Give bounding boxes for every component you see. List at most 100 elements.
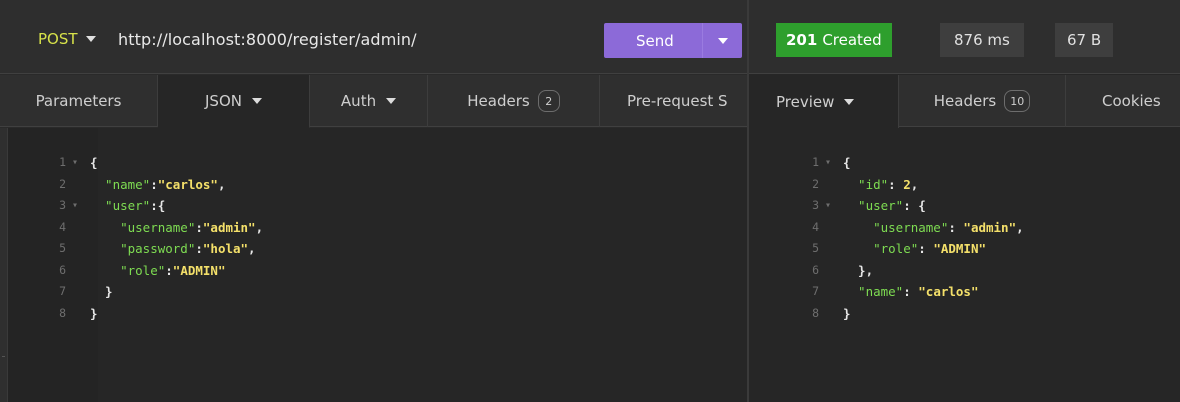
send-button-label: Send xyxy=(636,31,674,50)
line-number: 7 xyxy=(812,284,819,298)
line-number: 4 xyxy=(812,219,819,234)
code-token: { xyxy=(843,155,851,170)
request-pane: POST http://localhost:8000/register/admi… xyxy=(0,0,748,402)
line-number: 6 xyxy=(59,262,66,277)
code-line: 8} xyxy=(771,303,1024,325)
method-select[interactable]: POST xyxy=(38,30,96,48)
chevron-down-icon xyxy=(85,36,96,42)
chevron-down-icon xyxy=(251,98,262,104)
line-number: 2 xyxy=(812,176,819,191)
headers-count-badge: 2 xyxy=(537,90,560,112)
code-token: : xyxy=(888,176,904,192)
fold-arrow-icon[interactable]: ▾ xyxy=(819,152,831,174)
code-text: "role": "ADMIN" xyxy=(829,238,986,260)
url-input[interactable]: http://localhost:8000/register/admin/ xyxy=(118,30,417,49)
tab-headers[interactable]: Headers 2 xyxy=(428,75,600,127)
code-token: "user" xyxy=(90,198,151,213)
tab-label: Pre-request S xyxy=(627,92,728,110)
request-json-code: 1 ▾{2 "name":"carlos", 3 ▾ "user":{4 "use… xyxy=(18,152,263,324)
code-token: , xyxy=(248,241,256,256)
chevron-down-icon xyxy=(386,98,397,104)
request-body-editor[interactable]: 1 ▾{2 "name":"carlos", 3 ▾ "user":{4 "use… xyxy=(8,128,748,402)
fold-arrow-icon[interactable]: ▾ xyxy=(66,152,78,174)
code-text: "user":{ xyxy=(76,195,165,217)
code-text: "name": "carlos" xyxy=(829,281,978,303)
code-text: } xyxy=(829,303,851,325)
response-pane: 201 Created 876 ms 67 B Preview Headers … xyxy=(749,0,1180,402)
line-number: 2 xyxy=(59,176,66,191)
code-token: "role" xyxy=(843,241,919,256)
code-line: 4 "username": "admin", xyxy=(771,217,1024,239)
fold-arrow-icon[interactable]: ▾ xyxy=(819,195,831,217)
fold-arrow-icon[interactable]: ▾ xyxy=(66,195,78,217)
response-body-viewer[interactable]: 1 ▾{2 "id": 2, 3 ▾ "user": {4 "username":… xyxy=(749,128,1180,402)
code-token: : xyxy=(903,284,919,299)
code-token: "user" xyxy=(843,198,904,213)
line-number: 4 xyxy=(59,219,66,234)
tab-label: JSON xyxy=(205,92,242,110)
code-token: } xyxy=(90,305,98,321)
code-token: "admin" xyxy=(202,219,256,235)
code-token: "id" xyxy=(843,176,889,192)
tab-label: Parameters xyxy=(35,92,122,110)
code-line: 4 "username":"admin", xyxy=(18,217,263,239)
code-text: "username":"admin", xyxy=(76,217,263,239)
line-number: 8 xyxy=(59,305,66,320)
response-tabs: Preview Headers 10 Cookies xyxy=(749,75,1180,128)
code-line: 2 "id": 2, xyxy=(771,174,1024,196)
code-line: 7 "name": "carlos" xyxy=(771,281,1024,303)
code-line: 6 }, xyxy=(771,260,1024,282)
code-text: "role":"ADMIN" xyxy=(76,260,225,282)
code-token: : xyxy=(195,219,203,235)
code-text: "username": "admin", xyxy=(829,217,1024,239)
line-number: 3 xyxy=(59,198,66,212)
status-badge: 201 Created xyxy=(776,23,892,57)
code-line: 6 "role":"ADMIN" xyxy=(18,260,263,282)
tab-label: Headers xyxy=(467,92,530,110)
code-token: , xyxy=(910,176,919,192)
code-token: "ADMIN" xyxy=(172,262,226,278)
tab-auth[interactable]: Auth xyxy=(310,75,428,127)
code-text: { xyxy=(76,152,98,174)
response-size-badge: 67 B xyxy=(1055,23,1114,57)
line-number: 7 xyxy=(59,284,66,298)
send-button[interactable]: Send xyxy=(604,23,742,58)
line-number: 5 xyxy=(812,241,819,255)
edge-mark xyxy=(2,356,5,357)
status-code: 201 xyxy=(786,31,818,49)
request-tabs: Parameters JSON Auth Headers 2 Pre-reque… xyxy=(0,75,748,128)
code-token: "carlos" xyxy=(157,176,218,192)
send-options-dropdown[interactable] xyxy=(702,23,742,58)
code-text: "name":"carlos", xyxy=(76,174,226,196)
code-text: { xyxy=(829,152,851,174)
tab-json[interactable]: JSON xyxy=(158,75,310,128)
code-token: "role" xyxy=(90,262,166,278)
code-line: 2 "name":"carlos", xyxy=(18,174,263,196)
code-token: }, xyxy=(843,262,874,278)
code-line: 5 "role": "ADMIN" xyxy=(771,238,1024,260)
tab-label: Headers xyxy=(933,92,997,110)
line-number: 6 xyxy=(812,262,819,277)
tab-cookies[interactable]: Cookies xyxy=(1102,75,1180,127)
code-token: "name" xyxy=(90,176,151,192)
headers-count-badge: 10 xyxy=(1004,90,1031,112)
status-text: Created xyxy=(822,31,882,49)
response-status-bar: 201 Created 876 ms 67 B xyxy=(749,0,1180,74)
chevron-down-icon xyxy=(844,98,855,105)
code-token: "admin" xyxy=(963,219,1017,235)
tab-pre-request-script[interactable]: Pre-request S xyxy=(600,75,748,127)
tab-preview[interactable]: Preview xyxy=(749,75,899,128)
code-line: 8} xyxy=(18,303,263,325)
tab-response-headers[interactable]: Headers 10 xyxy=(899,75,1066,127)
chevron-down-icon xyxy=(717,37,728,44)
tab-parameters[interactable]: Parameters xyxy=(0,75,158,127)
tab-label: Auth xyxy=(340,92,377,110)
code-token: , xyxy=(255,219,264,235)
line-number: 3 xyxy=(812,198,819,212)
code-token: , xyxy=(217,176,226,192)
